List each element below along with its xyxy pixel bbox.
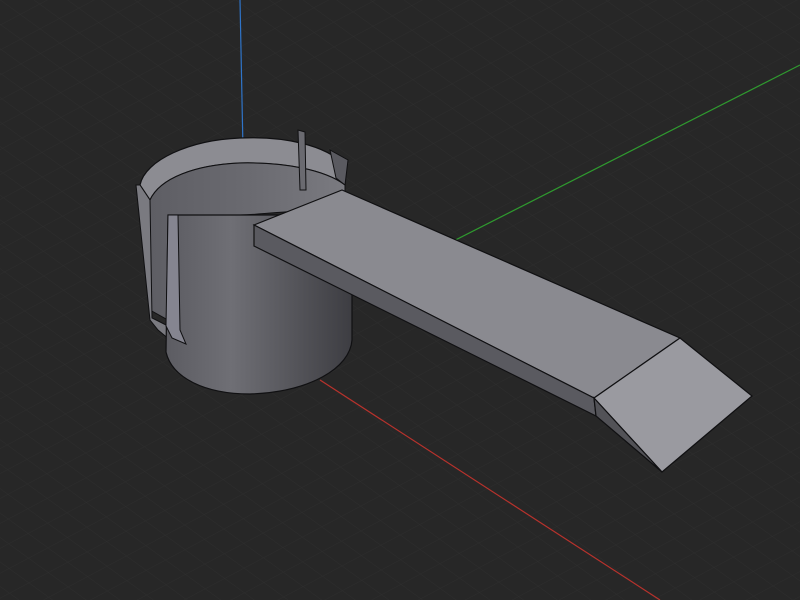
viewport-canvas[interactable] [0,0,800,600]
3d-viewport[interactable] [0,0,800,600]
sleeve-notch-back [297,129,307,191]
